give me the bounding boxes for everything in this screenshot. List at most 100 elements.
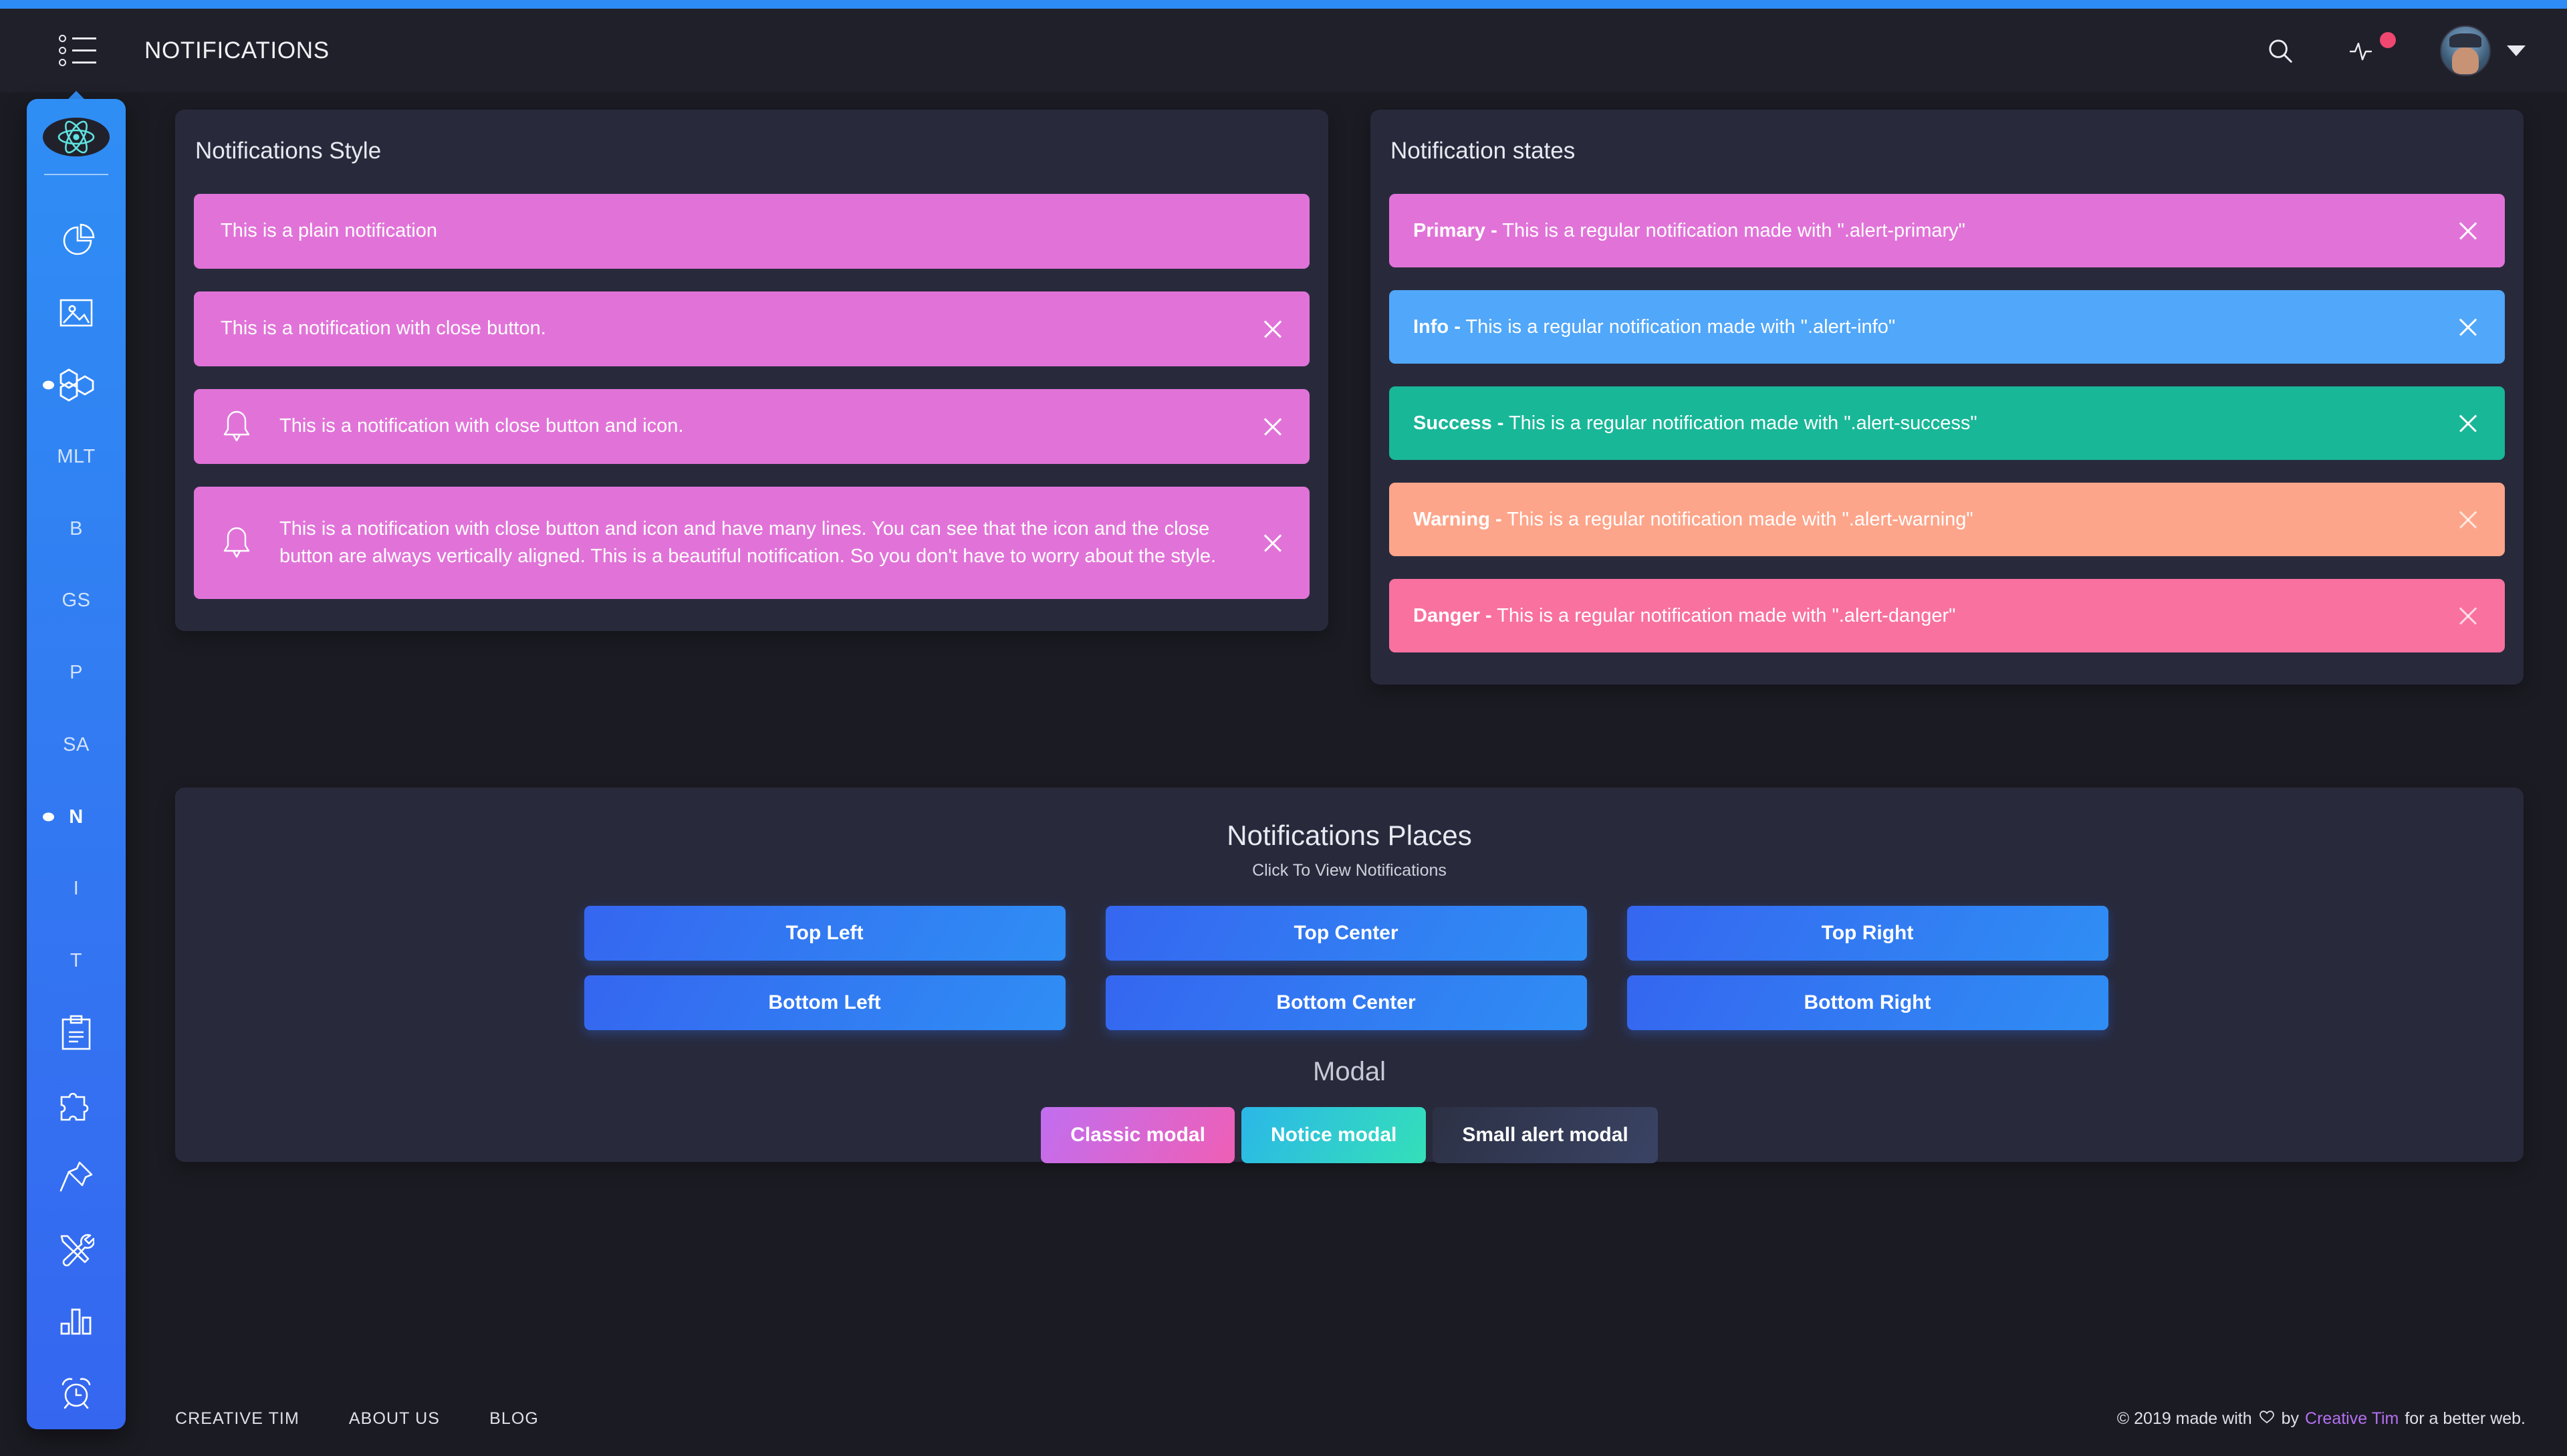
notifications-style-card: Notifications Style This is a plain noti… (175, 110, 1328, 631)
heart-icon (2258, 1409, 2276, 1429)
alert-info: Info - This is a regular notification ma… (1389, 290, 2505, 364)
sidebar-item-mlt[interactable]: MLT (27, 421, 126, 493)
bell-icon (194, 525, 279, 561)
top-right-button[interactable]: Top Right (1627, 906, 2108, 961)
sidebar-item-dashboard[interactable] (27, 205, 126, 277)
alert-label: Warning - (1413, 509, 1502, 530)
close-icon[interactable] (2431, 412, 2505, 435)
user-menu[interactable] (2440, 25, 2526, 76)
alert-label: Info - (1413, 316, 1461, 338)
footer-copy-by: by (2282, 1409, 2299, 1429)
sidebar-item-widgets[interactable] (27, 1069, 126, 1141)
notification-states-card: Notification states Primary - This is a … (1370, 110, 2524, 685)
alert-label: Success - (1413, 412, 1503, 434)
active-indicator-dot (43, 380, 54, 389)
alert-with-close: This is a notification with close button… (194, 291, 1310, 366)
notifications-places-card: Notifications Places Click To View Notif… (175, 787, 2524, 1162)
alert-primary: Primary - This is a regular notification… (1389, 194, 2505, 267)
bottom-left-button[interactable]: Bottom Left (584, 975, 1066, 1030)
sidebar-item-t[interactable]: T (27, 925, 126, 997)
list-bullet-icon[interactable] (59, 35, 96, 67)
close-icon[interactable] (2431, 316, 2505, 338)
tools-icon (58, 1232, 94, 1267)
sidebar-item-label: MLT (57, 446, 95, 468)
pulse-activity-icon[interactable] (2349, 37, 2387, 64)
sidebar-item-b[interactable]: B (27, 493, 126, 565)
notification-states-list: Primary - This is a regular notification… (1370, 164, 2524, 652)
alert-body: This is a regular notification made with… (1492, 605, 1956, 626)
close-icon[interactable] (2431, 508, 2505, 531)
places-subtitle: Click To View Notifications (175, 861, 2524, 880)
avatar (2440, 25, 2491, 76)
sidebar-item-label: I (74, 878, 80, 900)
sidebar-item-pinned[interactable] (27, 1141, 126, 1213)
react-atom-logo[interactable] (43, 118, 110, 156)
page-title: NOTIFICATIONS (144, 37, 330, 64)
alert-message: Success - This is a regular notification… (1389, 412, 2431, 435)
header-actions (2265, 25, 2526, 76)
card-title: Notifications Style (175, 110, 1328, 164)
sidebar-item-label: N (69, 806, 83, 828)
puzzle-icon (57, 1088, 95, 1122)
footer-copyright: © 2019 made with by Creative Tim for a b… (2117, 1409, 2526, 1429)
notice-modal-button[interactable]: Notice modal (1241, 1107, 1426, 1163)
alert-label: Primary - (1413, 220, 1497, 241)
sidebar: MLT B GS P SA N I T (27, 99, 126, 1429)
alert-body: This is a regular notification made with… (1502, 509, 1973, 530)
alert-with-close-and-icon: This is a notification with close button… (194, 389, 1310, 464)
small-alert-modal-button[interactable]: Small alert modal (1433, 1107, 1657, 1163)
sidebar-item-components[interactable] (27, 349, 126, 421)
sidebar-item-tools[interactable] (27, 1213, 126, 1286)
bottom-center-button[interactable]: Bottom Center (1106, 975, 1587, 1030)
top-center-button[interactable]: Top Center (1106, 906, 1587, 961)
sidebar-item-label: P (70, 662, 83, 684)
page-load-progress-bar (0, 0, 2567, 9)
sidebar-item-calendar[interactable] (27, 1357, 126, 1429)
image-icon (59, 297, 94, 328)
pin-icon (58, 1160, 94, 1195)
footer-link-creative-tim[interactable]: CREATIVE TIM (175, 1409, 299, 1429)
close-icon[interactable] (1236, 415, 1310, 438)
close-icon[interactable] (1236, 318, 1310, 340)
footer-link-blog[interactable]: BLOG (489, 1409, 539, 1429)
alert-message: Primary - This is a regular notification… (1389, 220, 2431, 242)
alert-success: Success - This is a regular notification… (1389, 386, 2505, 460)
close-icon[interactable] (2431, 604, 2505, 627)
top-left-button[interactable]: Top Left (584, 906, 1066, 961)
main-content: Notifications Style This is a plain noti… (134, 92, 2567, 1456)
sidebar-item-forms[interactable] (27, 997, 126, 1070)
sidebar-item-images[interactable] (27, 277, 126, 349)
sidebar-item-gs[interactable]: GS (27, 565, 126, 637)
close-icon[interactable] (2431, 219, 2505, 242)
search-icon[interactable] (2265, 35, 2296, 66)
places-button-grid: Top Left Top Center Top Right Bottom Lef… (584, 906, 2115, 1030)
sidebar-item-p[interactable]: P (27, 637, 126, 709)
sidebar-item-label: SA (63, 734, 90, 756)
alert-plain: This is a plain notification (194, 194, 1310, 269)
close-icon[interactable] (1236, 531, 1310, 554)
sidebar-divider (44, 174, 108, 175)
footer-link-about-us[interactable]: ABOUT US (349, 1409, 440, 1429)
alert-message: This is a notification with close button… (279, 515, 1236, 570)
app-header: NOTIFICATIONS (0, 9, 2567, 92)
classic-modal-button[interactable]: Classic modal (1041, 1107, 1235, 1163)
alert-label: Danger - (1413, 605, 1492, 626)
sidebar-item-charts[interactable] (27, 1286, 126, 1358)
sidebar-item-label: GS (62, 590, 91, 612)
card-title: Notification states (1370, 110, 2524, 164)
sidebar-item-label: B (70, 518, 83, 540)
footer-links: CREATIVE TIM ABOUT US BLOG (175, 1409, 539, 1429)
active-indicator-dot (43, 813, 54, 822)
alert-message: Warning - This is a regular notification… (1389, 509, 2431, 531)
sidebar-item-n[interactable]: N (27, 781, 126, 853)
components-icon (55, 368, 97, 402)
alert-message: This is a notification with close button… (194, 315, 1236, 342)
alert-body: This is a regular notification made with… (1497, 220, 1965, 241)
clipboard-icon (59, 1015, 93, 1051)
footer-brand-link[interactable]: Creative Tim (2305, 1409, 2399, 1429)
bottom-right-button[interactable]: Bottom Right (1627, 975, 2108, 1030)
sidebar-item-i[interactable]: I (27, 853, 126, 925)
sidebar-item-sa[interactable]: SA (27, 709, 126, 781)
modal-button-row: Classic modal Notice modal Small alert m… (175, 1107, 2524, 1163)
alert-body: This is a regular notification made with… (1503, 412, 1977, 434)
